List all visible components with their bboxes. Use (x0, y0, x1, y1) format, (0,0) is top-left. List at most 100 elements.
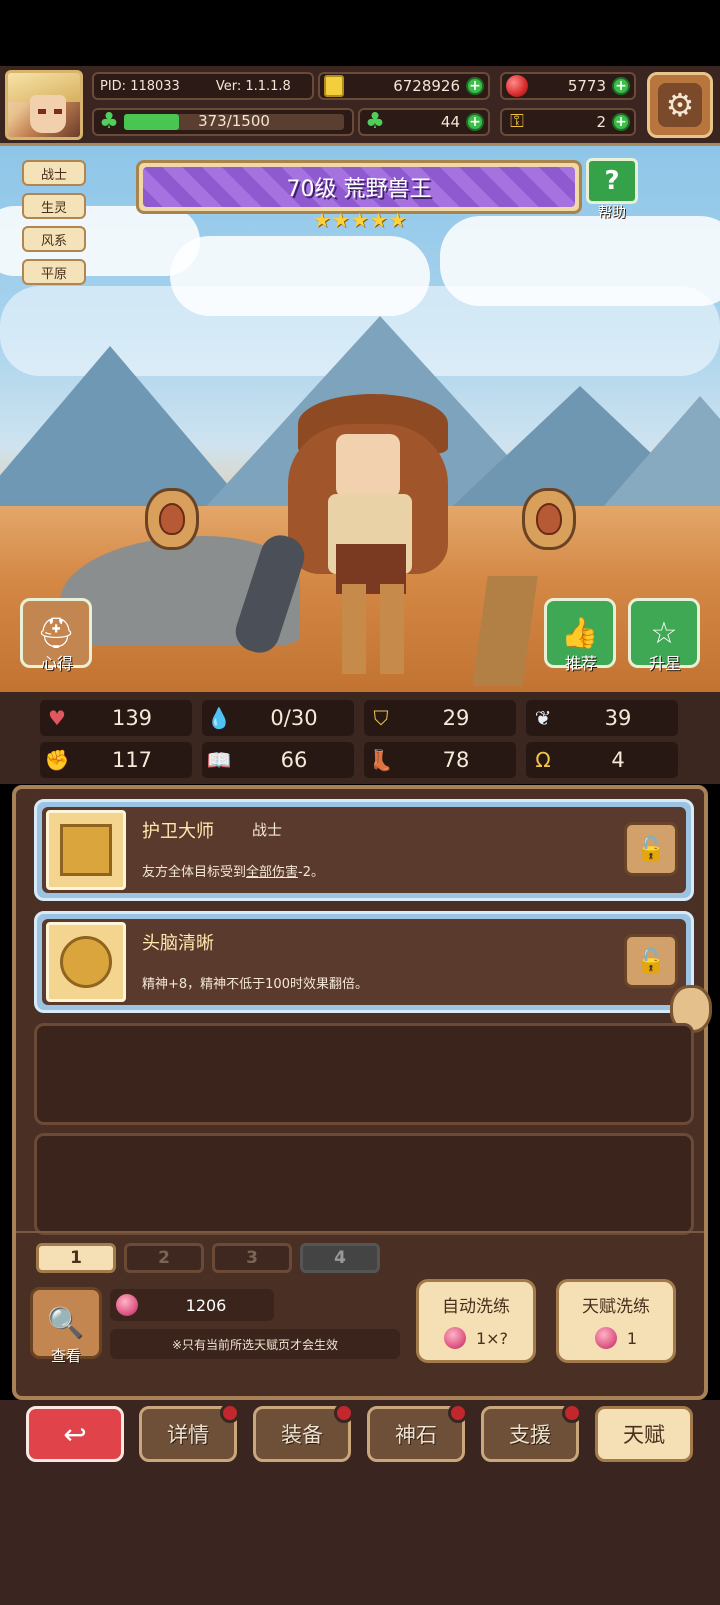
magnifier-icon: 🔍 (47, 1305, 85, 1341)
add-clover-button[interactable]: + (466, 113, 484, 131)
lock-button[interactable]: 🔓 (624, 822, 678, 876)
star-up-button[interactable]: ☆ 升星 (628, 598, 702, 684)
notification-dot (334, 1403, 354, 1423)
talent-class: 战士 (252, 821, 283, 839)
stat-value: 0/30 (270, 706, 318, 730)
meat-icon (159, 503, 185, 535)
talent-refine-button[interactable]: 天赋洗练 1 (556, 1279, 676, 1363)
insight-button[interactable]: ⛑ 心得 (20, 598, 94, 684)
horseshoe-icon: Ω (535, 748, 551, 772)
nav-equipment-label: 装备 (281, 1423, 323, 1447)
damage-keyword-link[interactable]: 全部伤害 (246, 865, 298, 880)
fruit-counter: 1206 (110, 1289, 274, 1321)
info-pill: PID: 118033 Ver: 1.1.1.8 (92, 72, 314, 100)
page-tab-3[interactable]: 3 (212, 1243, 292, 1273)
help-button[interactable]: ? 帮助 (586, 158, 638, 221)
back-button[interactable]: ↩ (26, 1406, 124, 1462)
page-tab-bar: 1 2 3 4 (16, 1231, 704, 1275)
talent-slot-4-empty[interactable] (34, 1133, 694, 1235)
recommend-button[interactable]: 👍 推荐 (544, 598, 618, 684)
energy-text: 373/1500 (198, 112, 270, 130)
star-rating: ★★★★★ (313, 208, 408, 232)
clover-pill: ♣ 44 + (358, 108, 490, 136)
top-status-bar: PID: 118033 Ver: 1.1.1.8 6728926 + 5773 … (0, 66, 720, 146)
add-gold-button[interactable]: + (466, 77, 484, 95)
stat-health: ♥ 139 (40, 700, 192, 736)
talent-refine-label: 天赋洗练 (582, 1297, 650, 1317)
nav-support[interactable]: 支援 (481, 1403, 582, 1462)
wing-icon: ❦ (534, 706, 552, 730)
talent-description: 精神+8，精神不低于100时效果翻倍。 (142, 977, 368, 992)
hero-title: 70级 荒野兽王 (286, 177, 432, 202)
stat-spirit: 📖 66 (202, 742, 354, 778)
book-icon: 📖 (206, 748, 232, 772)
stat-value: 29 (442, 706, 470, 730)
add-key-button[interactable]: + (612, 113, 630, 131)
nav-divine-stone[interactable]: 神石 (367, 1403, 468, 1462)
red-gem-icon (506, 75, 528, 97)
stat-speed: 👢 78 (364, 742, 516, 778)
notification-dot (448, 1403, 468, 1423)
peach-icon (116, 1294, 138, 1316)
page-tab-4[interactable]: 4 (300, 1243, 380, 1273)
mana-drop-icon: 💧 (206, 706, 232, 730)
talent-name: 护卫大师 (142, 821, 214, 842)
next-hero-button[interactable] (522, 488, 576, 550)
nav-talent[interactable]: 天赋 (595, 1406, 693, 1462)
tag-class[interactable]: 战士 (22, 160, 86, 186)
key-icon: ⚿ (510, 111, 524, 132)
talent-slot-2[interactable]: 头脑清晰 精神+8，精神不低于100时效果翻倍。 🔓 (34, 911, 694, 1013)
hero-title-banner: 70级 荒野兽王 (136, 160, 582, 214)
key-amount: 2 (596, 113, 606, 131)
fruit-count: 1206 (185, 1295, 227, 1315)
heart-icon: ♥ (48, 706, 66, 730)
energy-pill: ♣ 373/1500 (92, 108, 354, 136)
settings-button[interactable]: ⚙ (647, 72, 713, 138)
gem-pill: 5773 + (500, 72, 636, 100)
speed-icon: 👢 (368, 748, 394, 772)
notification-dot (220, 1403, 240, 1423)
page-tab-1[interactable]: 1 (36, 1243, 116, 1273)
gem-amount: 5773 (567, 77, 606, 95)
stat-agility: ❦ 39 (526, 700, 678, 736)
tag-element[interactable]: 风系 (22, 226, 86, 252)
auto-refine-label: 自动洗练 (442, 1297, 510, 1317)
stat-value: 117 (111, 748, 153, 772)
tag-race[interactable]: 生灵 (22, 193, 86, 219)
stats-panel: ♥ 139 💧 0/30 ⛉ 29 ❦ 39 ✊ 117 📖 66 👢 78 Ω… (0, 692, 720, 784)
tag-terrain[interactable]: 平原 (22, 259, 86, 285)
pid-text: PID: 118033 (100, 78, 180, 94)
stat-mana: 💧 0/30 (202, 700, 354, 736)
version-text: Ver: 1.1.1.8 (215, 78, 291, 94)
star-up-label: 升星 (648, 654, 681, 673)
nav-details[interactable]: 详情 (139, 1403, 240, 1462)
help-label: 帮助 (598, 205, 626, 221)
energy-clover-icon: ♣ (99, 109, 119, 134)
player-avatar[interactable] (5, 70, 83, 140)
page-tab-2[interactable]: 2 (124, 1243, 204, 1273)
key-pill: ⚿ 2 + (500, 108, 636, 136)
notification-dot (562, 1403, 582, 1423)
gear-icon: ⚙ (658, 83, 702, 127)
lock-button[interactable]: 🔓 (624, 934, 678, 988)
nav-equipment[interactable]: 装备 (253, 1403, 354, 1462)
auto-refine-button[interactable]: 自动洗练 1×? (416, 1279, 536, 1363)
talent-slot-3-empty[interactable] (34, 1023, 694, 1125)
nav-support-label: 支援 (509, 1423, 551, 1447)
talent-slot-1[interactable]: 护卫大师 战士 友方全体目标受到全部伤害-2。 🔓 (34, 799, 694, 901)
auto-refine-cost: 1×? (475, 1328, 509, 1348)
clover-icon: ♣ (365, 109, 385, 134)
clover-amount: 44 (440, 113, 460, 131)
prev-hero-button[interactable] (145, 488, 199, 550)
stat-value: 78 (442, 748, 470, 772)
question-icon: ? (586, 158, 638, 204)
add-gem-button[interactable]: + (612, 77, 630, 95)
talent-description: 友方全体目标受到全部伤害-2。 (142, 865, 324, 880)
refine-area: 🔍 查看 1206 ※只有当前所选天赋页才会生效 自动洗练 1×? 天赋洗练 1 (16, 1279, 704, 1394)
nav-talent-label: 天赋 (623, 1423, 665, 1447)
insight-label: 心得 (40, 654, 73, 673)
padlock-icon: 🔓 (636, 835, 666, 863)
page-note: ※只有当前所选天赋页才会生效 (110, 1329, 400, 1359)
stat-attack: ✊ 117 (40, 742, 192, 778)
gold-pill: 6728926 + (318, 72, 490, 100)
